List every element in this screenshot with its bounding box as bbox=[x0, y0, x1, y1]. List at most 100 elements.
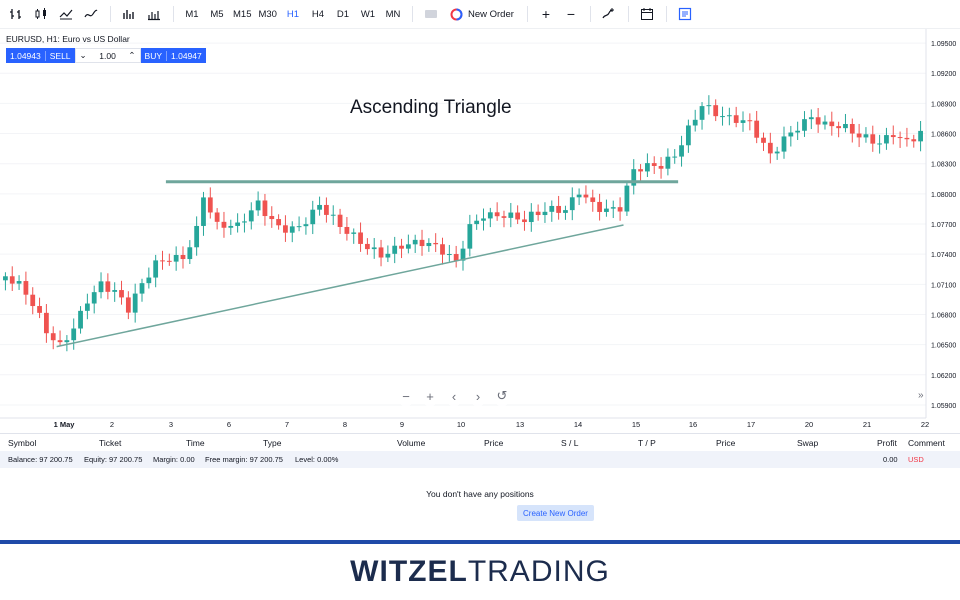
candle-body bbox=[433, 242, 439, 245]
x-tick-label: 16 bbox=[689, 420, 697, 429]
candle-body bbox=[153, 260, 159, 278]
candle-body bbox=[897, 137, 903, 139]
indicators-icon[interactable] bbox=[117, 3, 141, 25]
candle-body bbox=[9, 276, 15, 284]
new-order-button[interactable]: New Order bbox=[444, 3, 520, 25]
zoom-out-button[interactable]: − bbox=[396, 386, 416, 406]
indicator-add-icon[interactable] bbox=[597, 3, 621, 25]
zoom-in-icon[interactable]: + bbox=[534, 3, 558, 25]
buy-price: 1.04947 bbox=[171, 50, 202, 61]
candle-body bbox=[139, 283, 145, 294]
candles-icon[interactable] bbox=[29, 3, 53, 25]
reset-chart-button[interactable]: ↺ bbox=[492, 386, 512, 406]
sell-price: 1.04943 bbox=[10, 50, 41, 61]
candle-body bbox=[317, 204, 322, 210]
y-tick-label: 1.06800 bbox=[931, 312, 956, 319]
y-tick-label: 1.09200 bbox=[931, 71, 956, 78]
candle-body bbox=[822, 121, 828, 125]
one-click-trading-icon[interactable] bbox=[419, 3, 443, 25]
y-tick-label: 1.07400 bbox=[931, 252, 956, 259]
chevron-up-icon[interactable]: ⌃ bbox=[128, 50, 135, 61]
area-chart-icon[interactable] bbox=[54, 3, 78, 25]
col-symbol[interactable]: Symbol bbox=[8, 438, 36, 448]
chart-area[interactable]: 1.09500 1.09200 1.08900 1.08600 1.08300 1.080… bbox=[0, 29, 960, 433]
candle-body bbox=[487, 212, 493, 219]
col-profit[interactable]: Profit bbox=[877, 438, 897, 448]
balance-text: Balance: 97 200.75 bbox=[8, 455, 73, 464]
create-new-order-button[interactable]: Create New Order bbox=[517, 505, 594, 521]
timeframe-mn[interactable]: MN bbox=[381, 3, 405, 25]
candle-body bbox=[911, 139, 917, 142]
candle-body bbox=[870, 134, 876, 144]
empty-positions-message: You don't have any positions bbox=[426, 489, 534, 499]
toolbar-divider bbox=[627, 6, 629, 22]
candle-body bbox=[44, 312, 49, 334]
candle-body bbox=[665, 156, 671, 169]
candle-body bbox=[597, 201, 602, 212]
col-current-price[interactable]: Price bbox=[716, 438, 735, 448]
trade-panel: 1.04943 SELL ⌄ 1.00 ⌃ BUY 1.04947 bbox=[6, 48, 206, 63]
candle-body bbox=[754, 120, 760, 138]
candle-body bbox=[207, 197, 213, 213]
col-price[interactable]: Price bbox=[484, 438, 503, 448]
candle-body bbox=[358, 232, 363, 244]
zoom-out-icon[interactable]: − bbox=[559, 3, 583, 25]
candle-body bbox=[399, 245, 404, 249]
chevron-down-icon[interactable]: ⌄ bbox=[80, 50, 87, 61]
col-ticket[interactable]: Ticket bbox=[99, 438, 121, 448]
y-tick-label: 1.09500 bbox=[931, 41, 956, 48]
timeframe-m5[interactable]: M5 bbox=[205, 3, 229, 25]
object-list-icon[interactable] bbox=[673, 3, 697, 25]
col-swap[interactable]: Swap bbox=[797, 438, 818, 448]
candle-body bbox=[173, 254, 179, 262]
new-order-label: New Order bbox=[467, 8, 514, 20]
timeframe-m15[interactable]: M15 bbox=[230, 3, 254, 25]
scroll-left-button[interactable]: ‹ bbox=[444, 386, 464, 406]
candle-body bbox=[795, 130, 801, 133]
timeframe-d1[interactable]: D1 bbox=[331, 3, 355, 25]
timeframe-h4[interactable]: H4 bbox=[306, 3, 330, 25]
sell-button[interactable]: 1.04943 SELL bbox=[6, 48, 75, 63]
quantity-stepper[interactable]: ⌄ 1.00 ⌃ bbox=[74, 48, 141, 63]
y-tick-label: 1.08000 bbox=[931, 192, 956, 199]
col-time[interactable]: Time bbox=[186, 438, 205, 448]
candle-body bbox=[296, 226, 302, 228]
candle-body bbox=[426, 242, 432, 247]
candle-body bbox=[604, 208, 609, 212]
candle-body bbox=[890, 135, 896, 138]
y-tick-label: 1.07100 bbox=[931, 282, 956, 289]
candle-body bbox=[310, 209, 316, 225]
price-chart[interactable]: 1.09500 1.09200 1.08900 1.08600 1.08300 1.080… bbox=[0, 29, 960, 433]
go-to-realtime-icon[interactable]: » bbox=[918, 390, 924, 401]
buy-button[interactable]: BUY 1.04947 bbox=[140, 48, 206, 63]
zoom-in-button[interactable]: + bbox=[420, 386, 440, 406]
brand-part-1: WITZEL bbox=[350, 555, 468, 588]
timeframe-w1[interactable]: W1 bbox=[356, 3, 380, 25]
scroll-right-button[interactable]: › bbox=[468, 386, 488, 406]
col-tp[interactable]: T / P bbox=[638, 438, 656, 448]
col-volume[interactable]: Volume bbox=[397, 438, 425, 448]
margin-text: Margin: 0.00 bbox=[153, 455, 195, 464]
timeframe-m1[interactable]: M1 bbox=[180, 3, 204, 25]
candle-body bbox=[57, 340, 63, 343]
y-tick-label: 1.08600 bbox=[931, 132, 956, 139]
candle-body bbox=[720, 116, 725, 118]
calendar-icon[interactable] bbox=[635, 3, 659, 25]
candle-body bbox=[563, 210, 568, 213]
col-type[interactable]: Type bbox=[263, 438, 281, 448]
candle-body bbox=[767, 142, 773, 154]
candle-body bbox=[699, 106, 705, 120]
col-sl[interactable]: S / L bbox=[561, 438, 578, 448]
x-tick-label: 15 bbox=[632, 420, 640, 429]
candle-body bbox=[542, 211, 548, 216]
toolbar-divider bbox=[665, 6, 667, 22]
candle-body bbox=[446, 254, 452, 256]
col-comment[interactable]: Comment bbox=[908, 438, 945, 448]
chart-settings-icon[interactable] bbox=[142, 3, 166, 25]
timeframe-m30[interactable]: M30 bbox=[255, 3, 279, 25]
toolbar-divider bbox=[173, 6, 174, 22]
timeframe-h1[interactable]: H1 bbox=[281, 3, 305, 25]
line-chart-icon[interactable] bbox=[79, 3, 103, 25]
bar-chart-icon[interactable] bbox=[4, 3, 28, 25]
profit-total: 0.00 bbox=[883, 455, 898, 464]
